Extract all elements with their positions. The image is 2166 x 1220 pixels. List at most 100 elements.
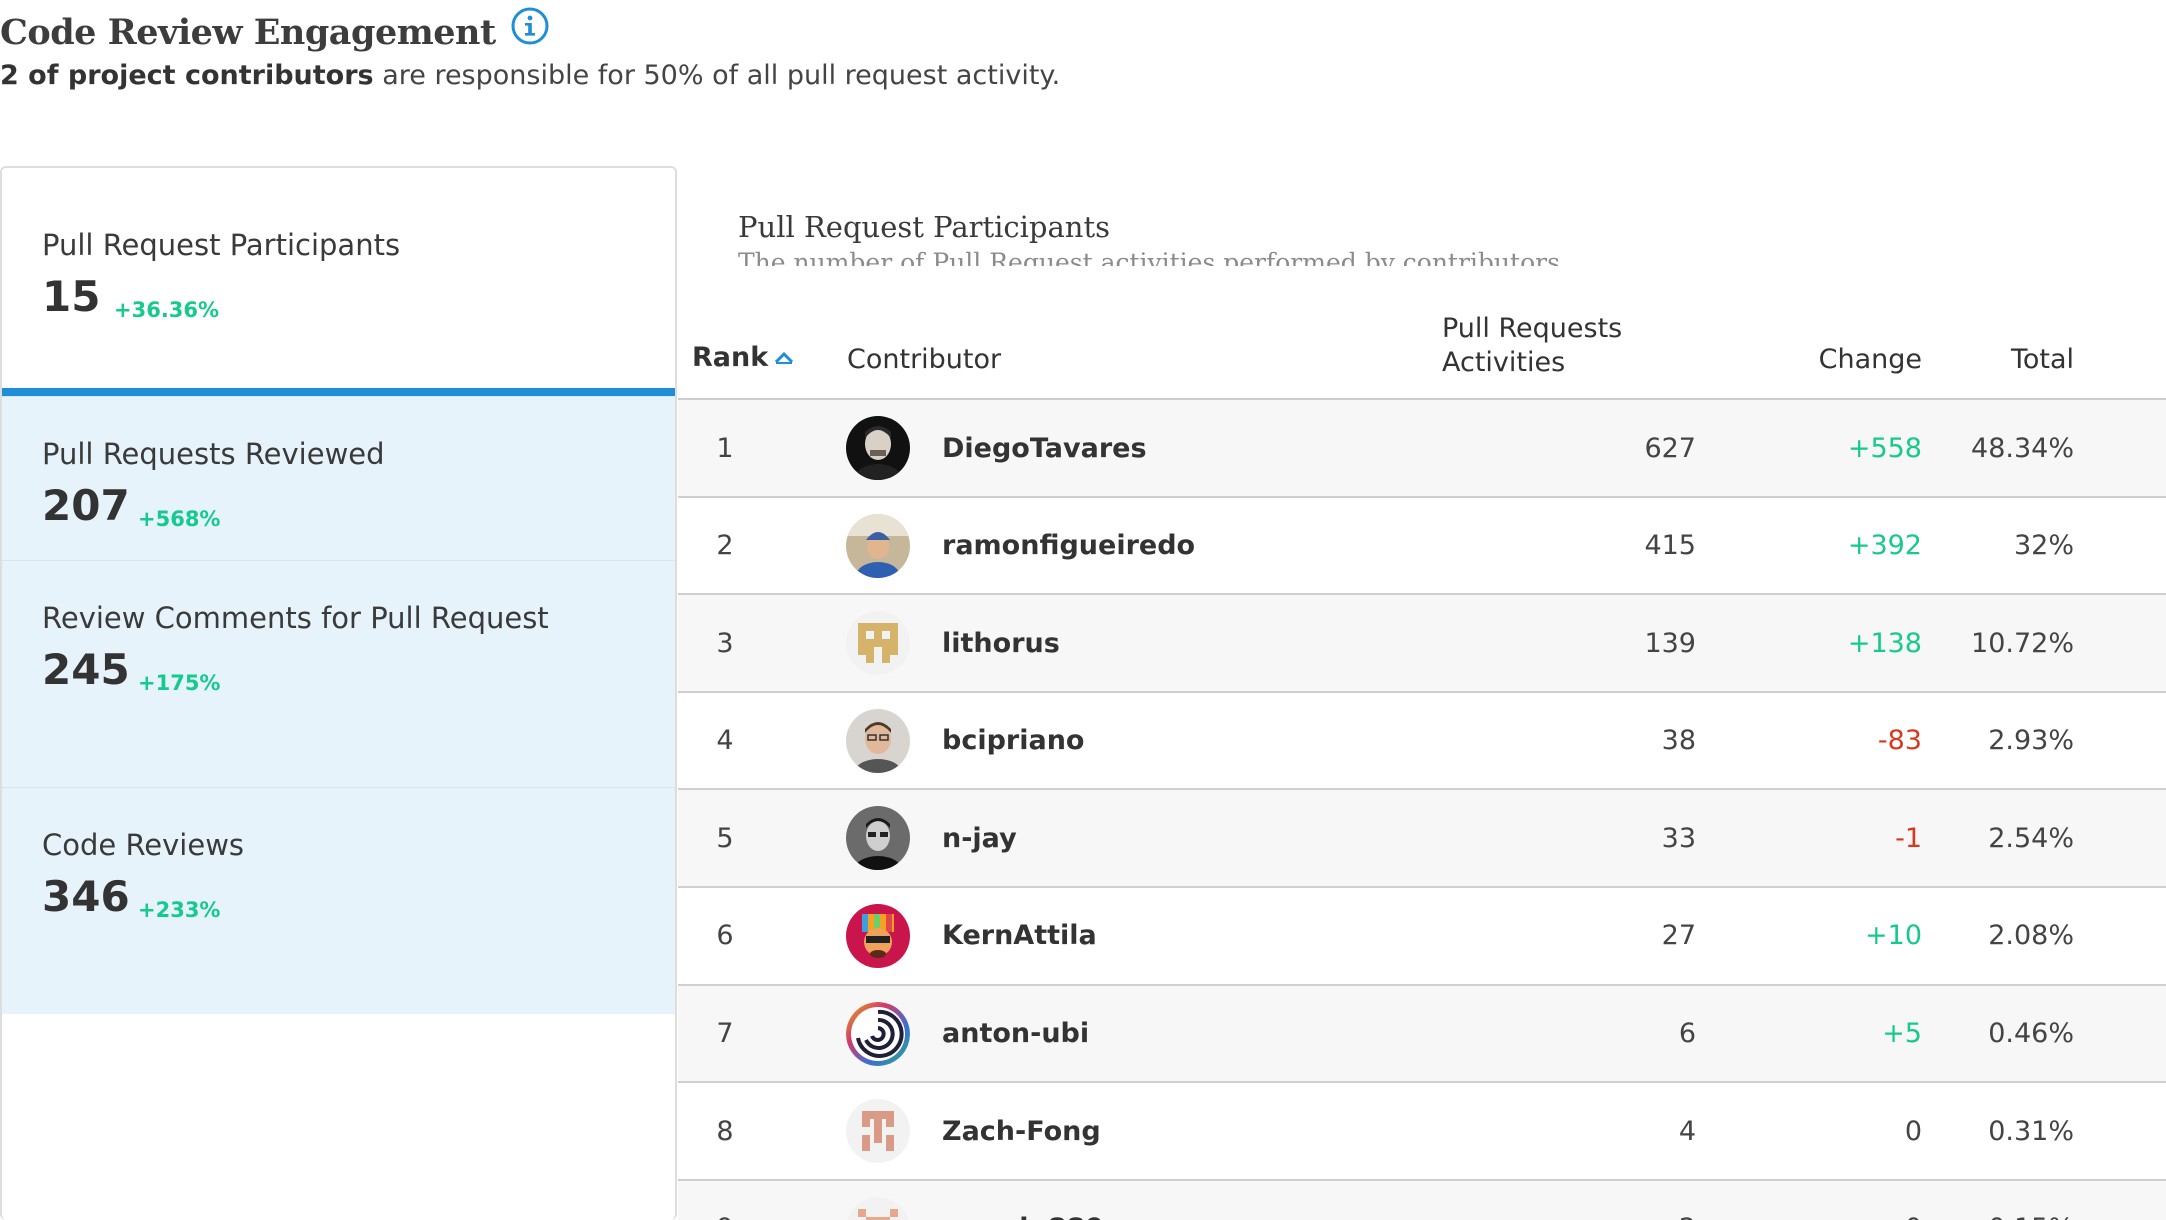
metric-change: +36.36% bbox=[114, 298, 220, 322]
metric-card-code-reviews[interactable]: Code Reviews 346 +233% bbox=[2, 787, 675, 1014]
table-row[interactable]: 1 DiegoTavares 627 +558 48.34% bbox=[678, 400, 2166, 498]
row-total: 0.46% bbox=[1988, 1018, 2074, 1050]
row-rank: 2 bbox=[716, 530, 734, 562]
contributor-avatar[interactable] bbox=[846, 595, 910, 691]
subtitle-highlight: 2 of project contributors bbox=[0, 60, 374, 91]
row-rank: 8 bbox=[716, 1115, 734, 1147]
column-header-change[interactable]: Change bbox=[1819, 344, 1922, 375]
contributor-name[interactable]: KernAttila bbox=[942, 888, 1097, 984]
contributor-avatar[interactable] bbox=[846, 986, 910, 1082]
contributor-name[interactable]: DiegoTavares bbox=[942, 400, 1147, 496]
row-total: 0.15% bbox=[1988, 1181, 2074, 1220]
contributor-name[interactable]: lithorus bbox=[942, 595, 1060, 691]
table-row[interactable]: 2 ramonfigueiredo 415 +392 32% bbox=[678, 497, 2166, 596]
row-rank: 4 bbox=[716, 725, 734, 757]
row-activities: 38 bbox=[1661, 725, 1696, 757]
metric-card-review-comments[interactable]: Review Comments for Pull Request 245 +17… bbox=[2, 560, 675, 787]
contributor-name[interactable]: Zach-Fong bbox=[942, 1083, 1101, 1179]
table-row[interactable]: 9 marvin889 2 0 0.15% bbox=[678, 1180, 2166, 1220]
metric-change: +233% bbox=[138, 898, 221, 922]
row-change: +558 bbox=[1847, 432, 1922, 464]
contributor-name[interactable]: bcipriano bbox=[942, 693, 1084, 789]
table-row[interactable]: 4 bcipriano 38 -83 2.93% bbox=[678, 692, 2166, 791]
title-row: Code Review Engagement bbox=[0, 6, 1060, 58]
row-rank: 3 bbox=[716, 627, 734, 659]
row-activities: 415 bbox=[1644, 530, 1696, 562]
table-description-wrap: The number of Pull Request activities pe… bbox=[738, 246, 1560, 266]
contributor-avatar[interactable] bbox=[846, 1181, 910, 1220]
contributor-avatar[interactable] bbox=[846, 400, 910, 496]
row-total: 2.08% bbox=[1988, 920, 2074, 952]
table-row[interactable]: 8 Zach-Fong 4 0 0.31% bbox=[678, 1083, 2166, 1181]
metric-value: 207 bbox=[42, 481, 130, 530]
row-total: 2.54% bbox=[1988, 822, 2074, 854]
active-tab-indicator bbox=[2, 388, 675, 396]
metric-label: Code Reviews bbox=[42, 828, 245, 862]
metric-value: 15 bbox=[42, 272, 101, 321]
contributor-name[interactable]: anton-ubi bbox=[942, 986, 1089, 1082]
row-change: 0 bbox=[1904, 1115, 1922, 1147]
row-change: -83 bbox=[1877, 725, 1922, 757]
contributor-avatar[interactable] bbox=[846, 1083, 910, 1179]
column-header-contributor[interactable]: Contributor bbox=[847, 344, 1001, 375]
row-rank: 5 bbox=[716, 822, 734, 854]
column-header-total[interactable]: Total bbox=[2011, 344, 2074, 375]
row-activities: 139 bbox=[1644, 627, 1696, 659]
row-rank: 6 bbox=[716, 920, 734, 952]
metric-change: +568% bbox=[138, 507, 221, 531]
metrics-panel: Pull Request Participants 15 +36.36% Pul… bbox=[0, 166, 677, 1220]
contributor-avatar[interactable] bbox=[846, 498, 910, 594]
page-title: Code Review Engagement bbox=[0, 11, 496, 53]
column-header-rank[interactable]: Rank bbox=[692, 342, 768, 373]
column-header-activities-line1: Pull Requests bbox=[1442, 313, 1623, 344]
row-change: +138 bbox=[1847, 627, 1922, 659]
row-total: 10.72% bbox=[1971, 627, 2074, 659]
row-change: -1 bbox=[1895, 822, 1922, 854]
row-change: 0 bbox=[1905, 1181, 1922, 1220]
row-total: 2.93% bbox=[1988, 725, 2074, 757]
column-header-activities-line2: Activities bbox=[1442, 347, 1566, 378]
contributor-avatar[interactable] bbox=[846, 888, 910, 984]
metric-value: 245 bbox=[42, 645, 130, 694]
row-activities: 627 bbox=[1644, 432, 1696, 464]
row-activities: 27 bbox=[1661, 920, 1696, 952]
contributor-name[interactable]: ramonfigueiredo bbox=[942, 498, 1195, 594]
row-total: 32% bbox=[2013, 530, 2074, 562]
row-rank: 9 bbox=[692, 1181, 758, 1220]
contributor-name[interactable]: n-jay bbox=[942, 790, 1017, 886]
row-rank: 7 bbox=[716, 1018, 734, 1050]
subtitle-text: are responsible for 50% of all pull requ… bbox=[373, 60, 1061, 91]
metric-label: Pull Request Participants bbox=[42, 228, 401, 262]
table-row[interactable]: 6 KernAttila 27 +10 2.08% bbox=[678, 887, 2166, 986]
table-body: 1 DiegoTavares 627 +558 48.34% 2 ramonfigueire… bbox=[678, 400, 2166, 1220]
participants-table-section: Pull Request Participants The number of … bbox=[678, 166, 2166, 1220]
column-header-activities[interactable]: Pull Requests Activities bbox=[1442, 312, 1622, 380]
contributor-name[interactable]: marvin889 bbox=[942, 1181, 1104, 1220]
table-row[interactable]: 5 n-jay 33 -1 2.54% bbox=[678, 790, 2166, 888]
row-total: 48.34% bbox=[1971, 432, 2074, 464]
metric-change: +175% bbox=[138, 671, 221, 695]
page-subtitle: 2 of project contributors are responsibl… bbox=[0, 60, 1060, 91]
metric-label: Review Comments for Pull Request bbox=[42, 601, 549, 635]
table-row[interactable]: 7 anton-ubi 6 +5 0.46% bbox=[678, 985, 2166, 1084]
metric-card-pr-reviewed[interactable]: Pull Requests Reviewed 207 +568% bbox=[2, 396, 675, 560]
contributor-avatar[interactable] bbox=[846, 790, 910, 886]
row-change: +10 bbox=[1865, 920, 1922, 952]
contributor-avatar[interactable] bbox=[846, 693, 910, 789]
sort-ascending-icon[interactable] bbox=[774, 350, 794, 364]
row-activities: 33 bbox=[1661, 822, 1696, 854]
metric-card-pr-participants[interactable]: Pull Request Participants 15 +36.36% bbox=[2, 168, 675, 396]
info-icon[interactable] bbox=[510, 6, 550, 46]
row-rank: 1 bbox=[716, 432, 734, 464]
row-activities: 6 bbox=[1678, 1018, 1696, 1050]
row-total: 0.31% bbox=[1988, 1115, 2074, 1147]
page-header: Code Review Engagement 2 of project cont… bbox=[0, 6, 1060, 91]
table-description: The number of Pull Request activities pe… bbox=[738, 248, 1560, 266]
row-activities: 4 bbox=[1678, 1115, 1696, 1147]
table-row[interactable]: 3 lithorus 139 +138 10.72% bbox=[678, 595, 2166, 693]
metric-label: Pull Requests Reviewed bbox=[42, 437, 385, 471]
row-activities: 2 bbox=[1679, 1181, 1696, 1220]
metric-value: 346 bbox=[42, 872, 130, 921]
table-title: Pull Request Participants bbox=[738, 210, 1110, 244]
row-change: +392 bbox=[1847, 530, 1922, 562]
